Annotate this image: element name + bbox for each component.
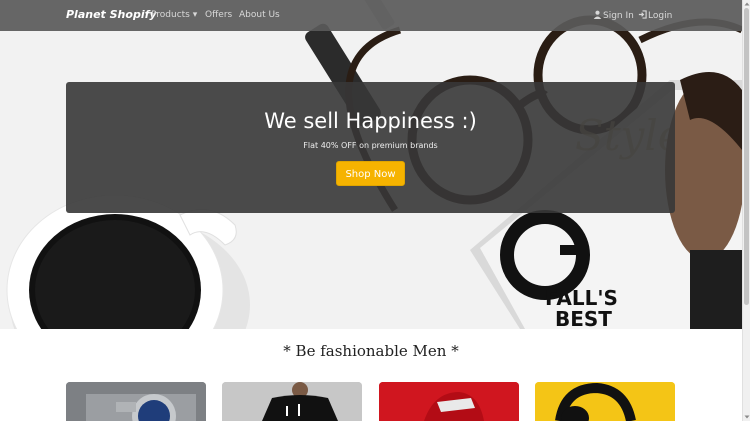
scrollbar-thumb[interactable]: [744, 8, 749, 305]
hero-title: We sell Happiness :): [264, 109, 477, 133]
hero-overlay-card: We sell Happiness :) Flat 40% OFF on pre…: [66, 82, 675, 213]
login-label: Login: [648, 11, 673, 21]
user-icon: [593, 10, 602, 19]
tshirt-image: [222, 382, 362, 421]
product-card-headphones[interactable]: [535, 382, 675, 421]
nav-login[interactable]: Login: [638, 10, 672, 21]
nav-about-us[interactable]: About Us: [239, 10, 280, 20]
watch-image: [66, 382, 206, 421]
scroll-down-arrow-icon[interactable]: [743, 413, 750, 421]
top-navbar: Planet Shopify Products ▾ Offers About U…: [0, 0, 742, 31]
product-card-sneaker[interactable]: [379, 382, 519, 421]
hero-banner: FALL'S BEST Style We sell Happiness :) F…: [0, 0, 742, 329]
shop-now-button[interactable]: Shop Now: [336, 161, 405, 186]
product-card-tshirt[interactable]: [222, 382, 362, 421]
scroll-up-arrow-icon[interactable]: [743, 0, 750, 8]
login-icon: [638, 10, 647, 19]
section-title: * Be fashionable Men *: [283, 342, 459, 360]
svg-text:BEST: BEST: [555, 307, 612, 329]
sneaker-image: [379, 382, 519, 421]
nav-sign-in[interactable]: Sign In: [593, 10, 634, 21]
sign-in-label: Sign In: [603, 11, 634, 21]
brand-logo[interactable]: Planet Shopify: [66, 8, 157, 21]
page-scrollbar[interactable]: [742, 0, 750, 421]
product-card-watch[interactable]: [66, 382, 206, 421]
nav-offers[interactable]: Offers: [205, 10, 232, 20]
hero-subtitle: Flat 40% OFF on premium brands: [303, 141, 438, 150]
headphones-image: [535, 382, 675, 421]
nav-products-dropdown[interactable]: Products ▾: [151, 10, 197, 20]
